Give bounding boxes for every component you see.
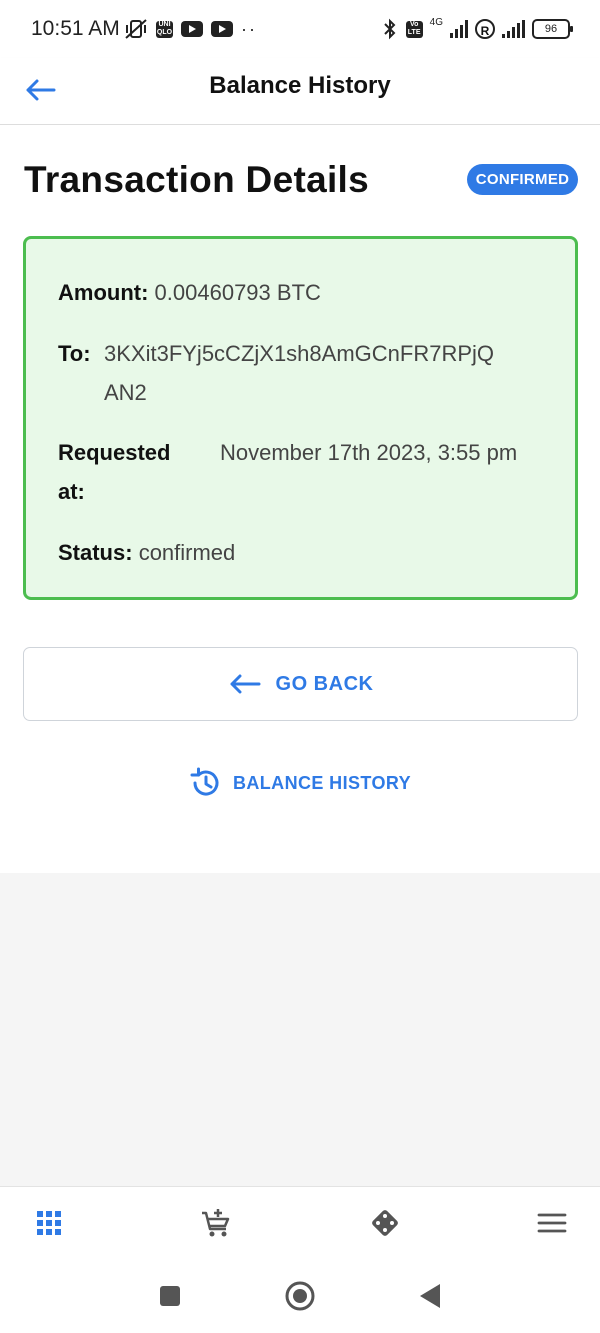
status-value: confirmed [138, 540, 236, 565]
signal-icon [450, 20, 468, 38]
amount-row: Amount: 0.00460793 BTC [58, 273, 321, 312]
system-icons: Vo LTE 4G R 96 [381, 16, 573, 42]
registered-icon: R [475, 19, 495, 39]
nav-item-grid[interactable] [31, 1205, 67, 1241]
requested-value: November 17th 2023, 3:55 pm [220, 440, 518, 465]
status-badge: CONFIRMED [467, 164, 578, 195]
status-bar: 10:51 AM UNI QLO ·· Vo LTE 4G R 96 [0, 0, 600, 58]
system-navigation-bar [0, 1260, 600, 1333]
balance-history-link[interactable]: BALANCE HISTORY [0, 765, 600, 801]
square-icon [160, 1286, 180, 1306]
recent-apps-button[interactable] [154, 1280, 186, 1312]
home-circle-icon [285, 1281, 315, 1311]
balance-history-label: BALANCE HISTORY [232, 772, 411, 793]
amount-value: 0.00460793 BTC [154, 280, 321, 305]
transaction-details-card: Amount: 0.00460793 BTC To: 3KXit3FYj5cCZ… [23, 236, 578, 600]
signal-icon-2 [502, 20, 525, 38]
battery-icon: 96 [532, 19, 573, 39]
youtube-icon [181, 21, 203, 37]
network-type: 4G [429, 16, 443, 28]
vibrate-off-icon [125, 19, 147, 39]
dice-icon [372, 1210, 398, 1236]
cart-add-icon [202, 1209, 230, 1237]
app-bar-title: Balance History [209, 72, 391, 99]
menu-icon [537, 1213, 567, 1233]
to-row: To: 3KXit3FYj5cCZjX1sh8AmGCnFR7RPjQAN2 [58, 334, 538, 405]
go-back-label: GO BACK [275, 672, 374, 695]
status-time: 10:51 AM [31, 17, 120, 40]
nav-item-menu[interactable] [534, 1205, 570, 1241]
requested-label: Requested at: [58, 440, 171, 504]
nav-item-dice[interactable] [367, 1205, 403, 1241]
uniqlo-icon: UNI QLO [156, 20, 173, 38]
bottom-navigation [0, 1186, 600, 1261]
back-button[interactable] [414, 1280, 446, 1312]
main-content: Transaction Details CONFIRMED Amount: 0.… [0, 125, 600, 873]
history-icon [190, 767, 219, 796]
triangle-back-icon [420, 1284, 440, 1308]
volte-icon: Vo LTE [405, 20, 423, 38]
amount-label: Amount: [58, 280, 149, 305]
notification-icons: UNI QLO ·· [124, 16, 257, 42]
go-back-button[interactable]: GO BACK [23, 647, 578, 721]
page-title: Transaction Details [24, 159, 369, 200]
status-label: Status: [58, 540, 133, 565]
home-button[interactable] [284, 1280, 316, 1312]
bluetooth-icon [383, 18, 396, 40]
app-bar: Balance History [0, 58, 600, 125]
to-address-value: 3KXit3FYj5cCZjX1sh8AmGCnFR7RPjQAN2 [104, 341, 495, 405]
to-label: To: [58, 341, 91, 366]
screen: 10:51 AM UNI QLO ·· Vo LTE 4G R 96 Balan… [0, 0, 600, 1333]
youtube-icon-2 [211, 21, 233, 37]
grid-icon [37, 1211, 61, 1235]
nav-item-cart[interactable] [198, 1205, 234, 1241]
more-notifications-icon: ·· [241, 18, 257, 39]
status-row: Status: confirmed [58, 533, 235, 572]
arrow-left-icon [230, 674, 261, 694]
